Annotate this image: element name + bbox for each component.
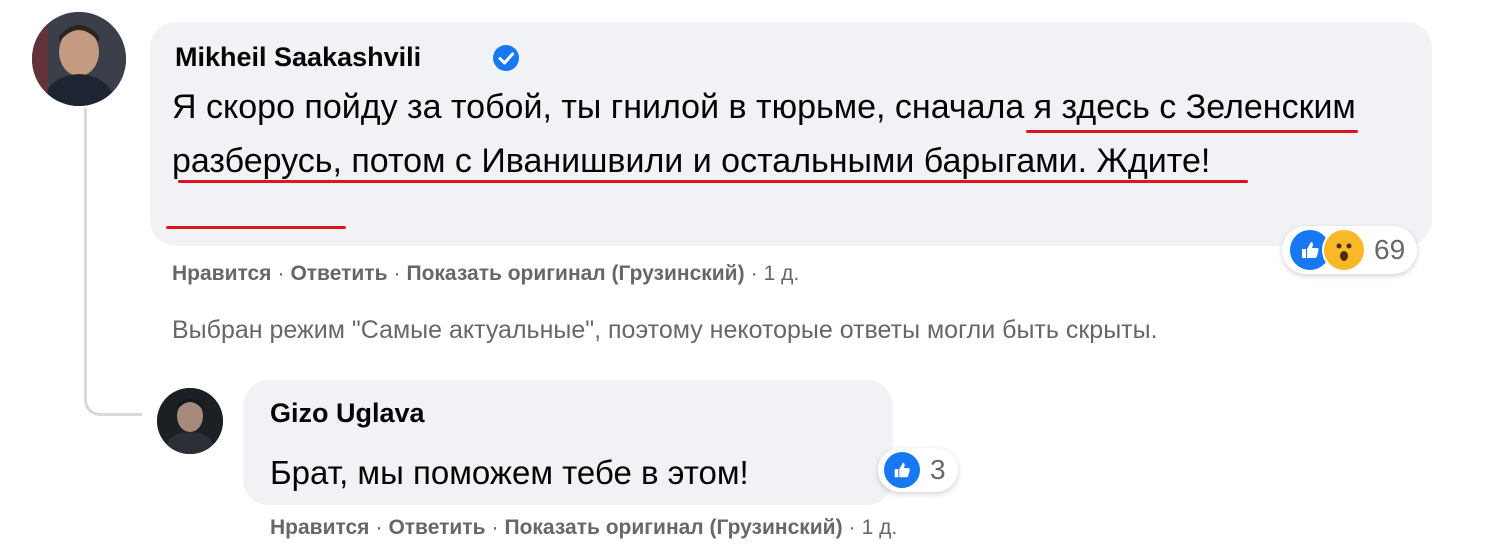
comment-text: Я скоро пойду за тобой, ты гнилой в тюрь… [172, 88, 1356, 180]
reply-actions: Нравится · Ответить · Показать оригинал (Гру… [270, 516, 898, 539]
highlight-underline [1026, 130, 1358, 133]
comment-author[interactable]: Mikheil Saakashvili [175, 42, 421, 73]
like-icon [882, 450, 922, 490]
avatar[interactable] [157, 388, 223, 454]
wow-icon [1322, 228, 1366, 272]
like-link[interactable]: Нравится [270, 516, 369, 539]
reply-thread-line [84, 108, 142, 416]
verified-badge-icon [493, 45, 519, 71]
reply-link[interactable]: Ответить [388, 516, 485, 539]
sort-notice: Выбран режим "Самые актуальные", поэтому… [172, 316, 1158, 344]
show-original-link[interactable]: Показать оригинал (Грузинский) [406, 262, 744, 285]
comment-actions: Нравится · Ответить · Показать оригинал (Гру… [172, 262, 800, 285]
timestamp[interactable]: 1 д. [862, 516, 898, 539]
reaction-summary[interactable]: 69 [1282, 226, 1418, 274]
reaction-count: 69 [1374, 234, 1406, 265]
reply-author[interactable]: Gizo Uglava [270, 398, 425, 429]
avatar[interactable] [32, 12, 126, 106]
reaction-summary[interactable]: 3 [878, 448, 958, 492]
like-link[interactable]: Нравится [172, 262, 271, 285]
timestamp[interactable]: 1 д. [764, 262, 800, 285]
reaction-count: 3 [930, 454, 946, 485]
highlight-underline [166, 226, 346, 229]
reply-text: Брат, мы поможем тебе в этом! [270, 454, 749, 491]
reply-link[interactable]: Ответить [290, 262, 387, 285]
show-original-link[interactable]: Показать оригинал (Грузинский) [504, 516, 842, 539]
highlight-underline [178, 180, 1248, 183]
